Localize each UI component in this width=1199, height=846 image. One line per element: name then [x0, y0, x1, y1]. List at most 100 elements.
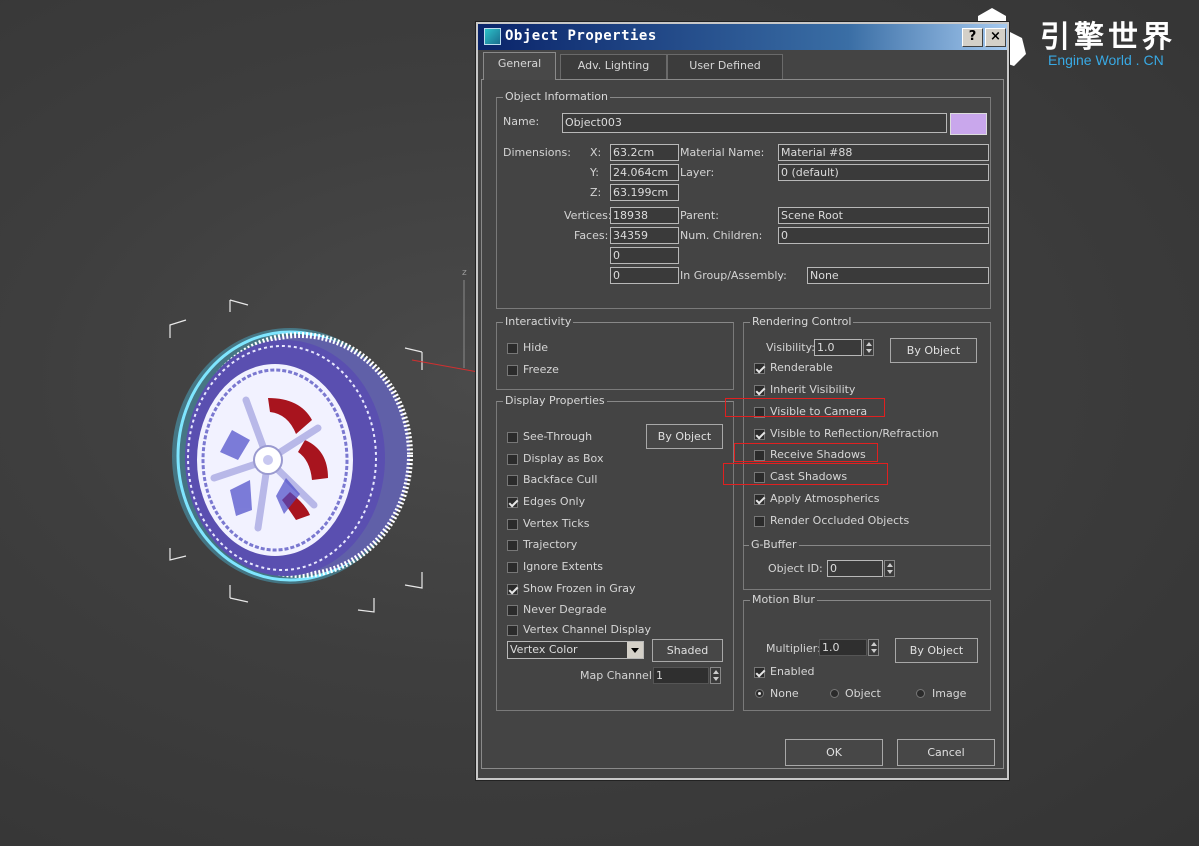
edges-only-checkbox[interactable] — [507, 497, 518, 508]
help-button[interactable]: ? — [962, 28, 983, 47]
object-information-group: Object Information Name: Object003 Dimen… — [496, 90, 991, 309]
backface-cull-label: Backface Cull — [523, 473, 598, 486]
never-degrade-label: Never Degrade — [523, 603, 607, 616]
radio-none[interactable] — [755, 689, 764, 698]
dialog-titlebar[interactable]: Object Properties ? × — [478, 24, 1007, 50]
backface-cull-checkbox[interactable] — [507, 475, 518, 486]
group-title: G-Buffer — [749, 538, 799, 551]
trajectory-label: Trajectory — [523, 538, 578, 551]
multiplier-field[interactable]: 1.0 — [819, 639, 867, 656]
num-children-label: Num. Children: — [680, 229, 763, 242]
visibility-field[interactable]: 1.0 — [814, 339, 862, 356]
dimension-x-field: 63.2cm — [610, 144, 679, 161]
visibility-label: Visibility: — [766, 341, 816, 354]
axis-z-label: z — [462, 268, 467, 278]
in-group-field: None — [807, 267, 989, 284]
radio-none-label: None — [770, 687, 799, 700]
motion-blur-enabled-label: Enabled — [770, 665, 815, 678]
channel-select-value: Vertex Color — [510, 643, 578, 656]
show-frozen-gray-checkbox[interactable] — [507, 584, 518, 595]
shaded-button[interactable]: Shaded — [652, 639, 723, 662]
object-id-field[interactable]: 0 — [827, 560, 883, 577]
extra-field-1: 0 — [610, 247, 679, 264]
radio-object[interactable] — [830, 689, 839, 698]
render-by-object-button[interactable]: By Object — [890, 338, 977, 363]
map-channel-spinner[interactable] — [710, 667, 721, 684]
display-by-object-button[interactable]: By Object — [646, 424, 723, 449]
see-through-checkbox[interactable] — [507, 432, 518, 443]
close-button[interactable]: × — [985, 28, 1006, 47]
highlight-receive-shadows — [734, 443, 878, 462]
visibility-spinner[interactable] — [863, 339, 874, 356]
freeze-label: Freeze — [523, 363, 559, 376]
tab-panel-general: Object Information Name: Object003 Dimen… — [481, 79, 1004, 769]
trajectory-checkbox[interactable] — [507, 540, 518, 551]
dialog-title: Object Properties — [505, 28, 657, 44]
group-title: Display Properties — [503, 394, 607, 407]
apply-atmospherics-checkbox[interactable] — [754, 494, 765, 505]
cancel-button[interactable]: Cancel — [897, 739, 995, 766]
render-occluded-label: Render Occluded Objects — [770, 514, 910, 527]
freeze-checkbox[interactable] — [507, 365, 518, 376]
material-name-label: Material Name: — [680, 146, 765, 159]
num-children-field: 0 — [778, 227, 989, 244]
visible-to-reflection-label: Visible to Reflection/Refraction — [770, 427, 939, 440]
z-label: Z: — [590, 186, 602, 199]
vertices-field: 18938 — [610, 207, 679, 224]
channel-select[interactable]: Vertex Color — [507, 641, 644, 659]
name-input[interactable]: Object003 — [562, 113, 947, 133]
vertex-ticks-checkbox[interactable] — [507, 519, 518, 530]
multiplier-label: Multiplier: — [766, 642, 821, 655]
show-frozen-gray-label: Show Frozen in Gray — [523, 582, 636, 595]
x-label: X: — [590, 146, 602, 159]
inherit-visibility-checkbox[interactable] — [754, 385, 765, 396]
multiplier-spinner[interactable] — [868, 639, 879, 656]
vertex-ticks-label: Vertex Ticks — [523, 517, 590, 530]
object-id-label: Object ID: — [768, 562, 823, 575]
ok-button[interactable]: OK — [785, 739, 883, 766]
dimensions-label: Dimensions: — [503, 146, 571, 159]
display-as-box-label: Display as Box — [523, 452, 604, 465]
faces-field: 34359 — [610, 227, 679, 244]
motion-blur-enabled-checkbox[interactable] — [754, 667, 765, 678]
tab-adv-lighting[interactable]: Adv. Lighting — [560, 54, 667, 79]
vertices-label: Vertices: — [564, 209, 612, 222]
radio-image-label: Image — [932, 687, 967, 700]
object-color-swatch[interactable] — [950, 113, 987, 135]
object-properties-dialog: Object Properties ? × General Adv. Light… — [476, 22, 1009, 780]
hide-checkbox[interactable] — [507, 343, 518, 354]
map-channel-field[interactable]: 1 — [653, 667, 709, 684]
inherit-visibility-label: Inherit Visibility — [770, 383, 856, 396]
vertex-channel-display-checkbox[interactable] — [507, 625, 518, 636]
highlight-cast-shadows — [723, 463, 888, 485]
object-id-spinner[interactable] — [884, 560, 895, 577]
g-buffer-group: G-Buffer Object ID: 0 — [743, 538, 991, 591]
edges-only-label: Edges Only — [523, 495, 586, 508]
dimension-y-field: 24.064cm — [610, 164, 679, 181]
motion-by-object-button[interactable]: By Object — [895, 638, 978, 663]
ignore-extents-checkbox[interactable] — [507, 562, 518, 573]
group-title: Rendering Control — [750, 315, 854, 328]
vertex-channel-display-label: Vertex Channel Display — [523, 623, 652, 636]
tab-general[interactable]: General — [483, 52, 556, 80]
display-as-box-checkbox[interactable] — [507, 454, 518, 465]
chevron-down-icon[interactable] — [627, 642, 643, 658]
y-label: Y: — [590, 166, 599, 179]
logo-title: 引擎世界 — [1040, 20, 1176, 55]
dimension-z-field: 63.199cm — [610, 184, 679, 201]
see-through-label: See-Through — [523, 430, 593, 443]
group-title: Object Information — [503, 90, 610, 103]
tab-user-defined[interactable]: User Defined — [667, 54, 783, 79]
visible-to-reflection-checkbox[interactable] — [754, 429, 765, 440]
radio-object-label: Object — [845, 687, 881, 700]
radio-image[interactable] — [916, 689, 925, 698]
max-app-icon — [484, 28, 501, 45]
layer-label: Layer: — [680, 166, 715, 179]
never-degrade-checkbox[interactable] — [507, 605, 518, 616]
apply-atmospherics-label: Apply Atmospherics — [770, 492, 880, 505]
renderable-checkbox[interactable] — [754, 363, 765, 374]
render-occluded-checkbox[interactable] — [754, 516, 765, 527]
name-label: Name: — [503, 115, 540, 128]
renderable-label: Renderable — [770, 361, 833, 374]
highlight-visible-to-camera — [725, 398, 885, 417]
